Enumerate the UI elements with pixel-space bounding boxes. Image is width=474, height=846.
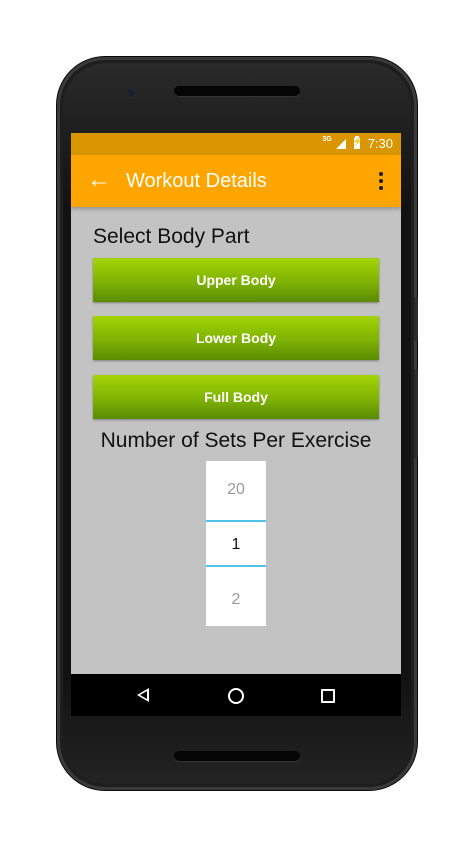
power-button [414, 369, 418, 459]
body-part-heading: Select Body Part [93, 225, 250, 248]
page-title: Workout Details [126, 170, 267, 192]
overflow-menu-icon[interactable] [379, 172, 383, 190]
picker-next-value[interactable]: 2 [206, 591, 266, 609]
picker-divider-bottom [206, 565, 266, 567]
nav-back-icon[interactable] [137, 688, 149, 702]
app-toolbar: ← Workout Details [71, 155, 401, 207]
lower-body-button[interactable]: Lower Body [93, 316, 379, 360]
menu-dot [379, 186, 383, 190]
status-icons: 3G 7:30 [322, 136, 393, 151]
sets-number-picker[interactable]: 20 1 2 [206, 461, 266, 626]
battery-charging-icon [353, 136, 363, 149]
signal-icon [335, 138, 346, 149]
nav-recents-icon[interactable] [321, 689, 335, 703]
status-time: 7:30 [367, 136, 393, 151]
upper-body-button[interactable]: Upper Body [93, 258, 379, 302]
menu-dot [379, 172, 383, 176]
bottom-speaker [174, 751, 300, 761]
app-screen: 3G 7:30 ← Workout Details Select Body Pa… [71, 133, 401, 716]
sets-heading: Number of Sets Per Exercise [100, 429, 372, 452]
volume-button [414, 297, 418, 341]
nav-home-icon[interactable] [228, 688, 244, 704]
front-camera [127, 89, 135, 97]
picker-previous-value[interactable]: 20 [206, 481, 266, 499]
menu-dot [379, 179, 383, 183]
picker-divider-top [206, 520, 266, 522]
network-type: 3G [322, 136, 332, 143]
status-bar: 3G 7:30 [71, 133, 401, 155]
system-nav-bar [71, 674, 401, 716]
arrow-left-icon[interactable]: ← [87, 167, 111, 193]
full-body-button[interactable]: Full Body [93, 375, 379, 419]
top-speaker [174, 86, 300, 96]
picker-selected-value[interactable]: 1 [206, 536, 266, 554]
